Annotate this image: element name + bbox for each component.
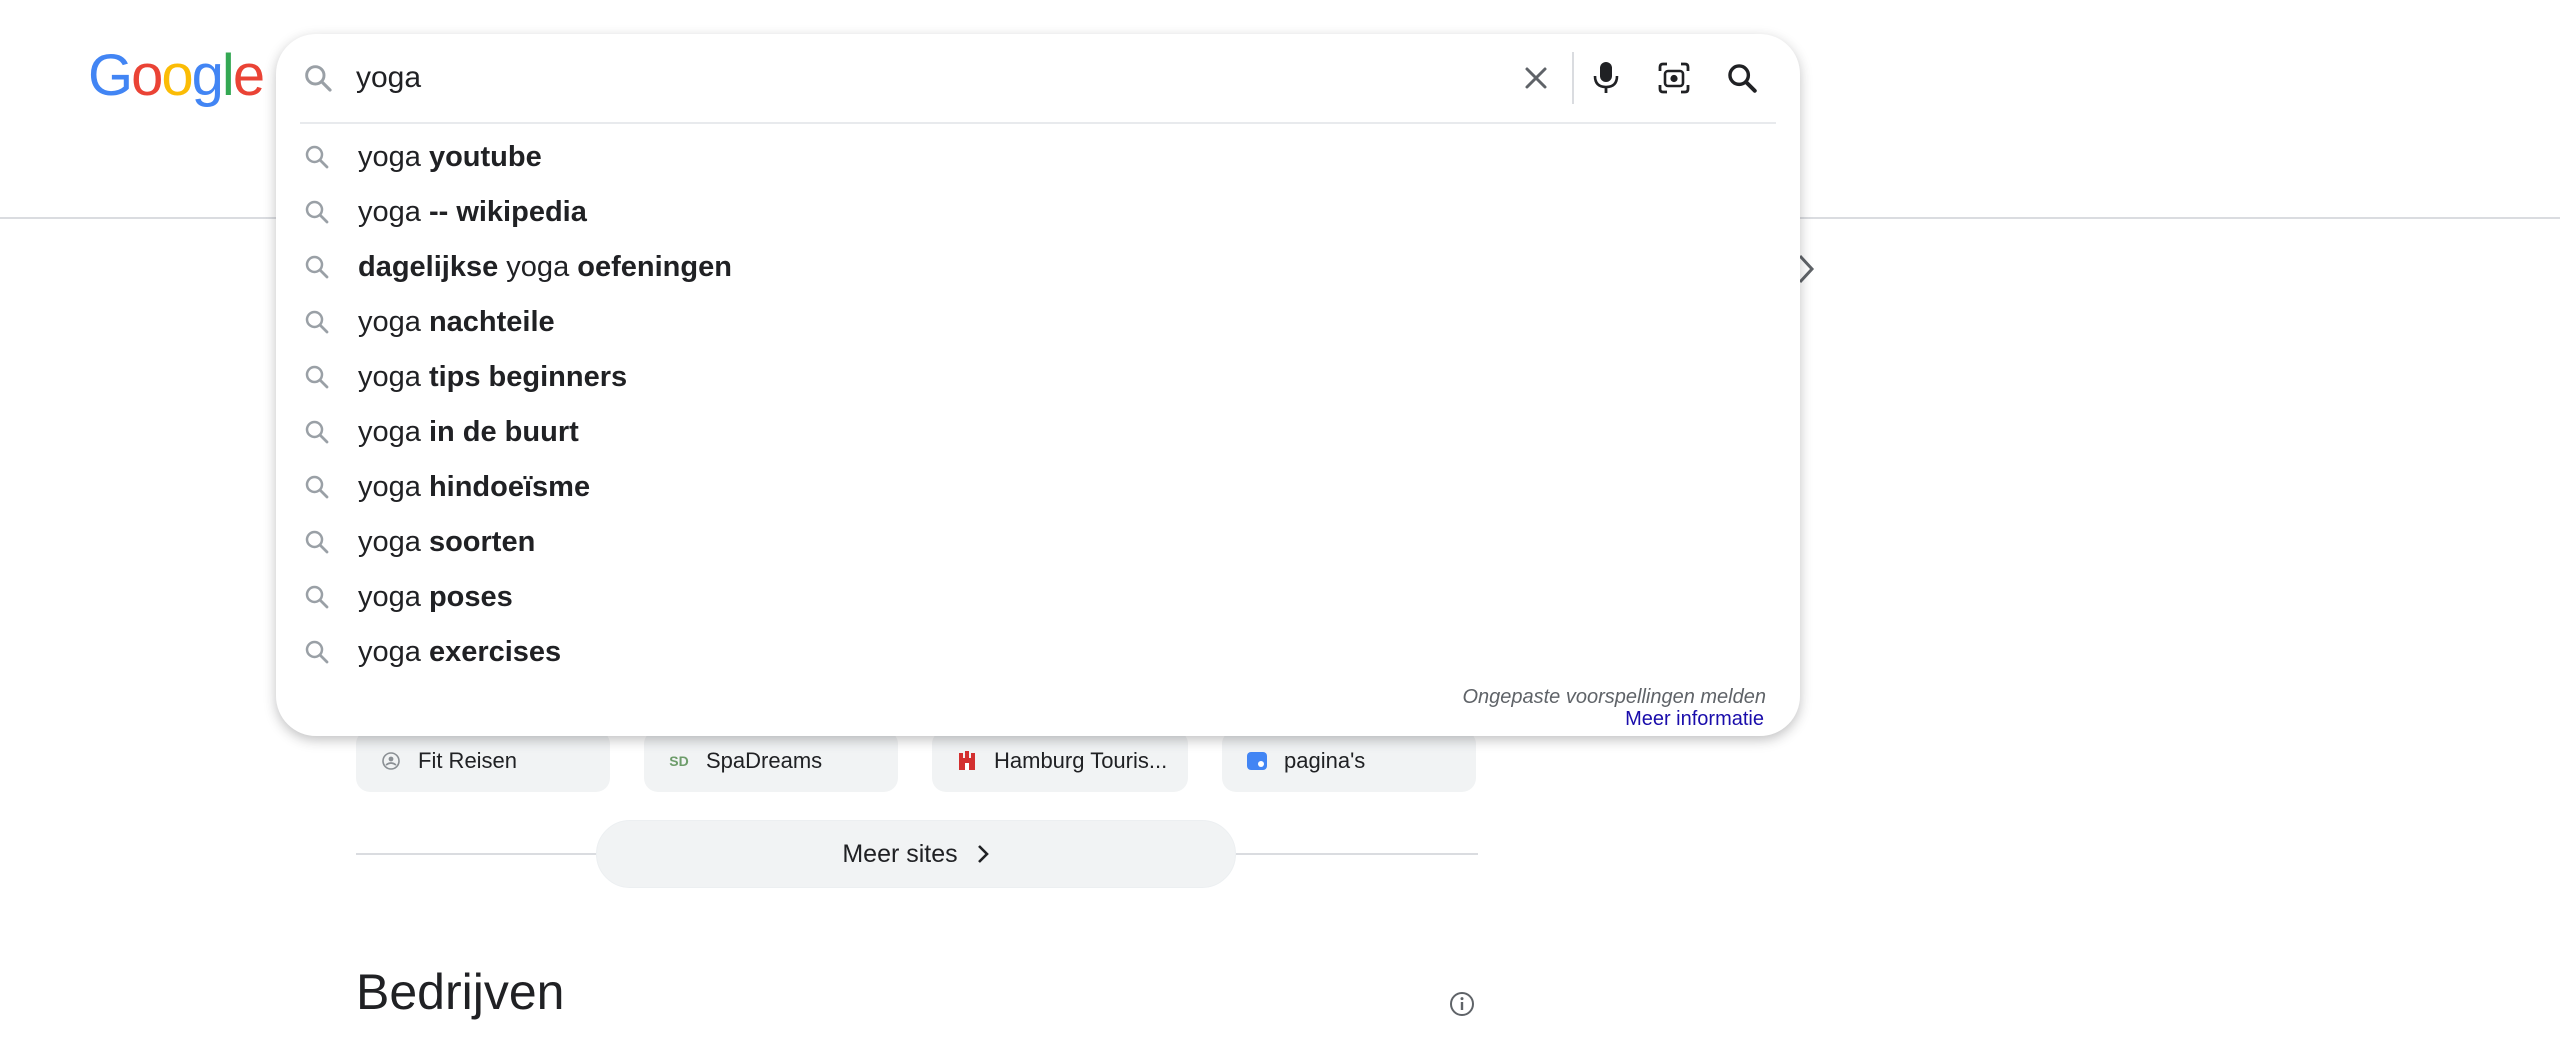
- info-icon[interactable]: [1448, 990, 1476, 1018]
- spadreams-favicon: SD: [669, 753, 689, 769]
- chip-label: Fit Reisen: [418, 748, 518, 773]
- site-chip-pages[interactable]: pagina's: [1222, 730, 1476, 792]
- search-icon: [305, 420, 329, 444]
- suggestion-text: dagelijkse yoga oefeningen: [358, 251, 732, 284]
- report-predictions-link[interactable]: Ongepaste voorspellingen melden: [1462, 686, 1766, 709]
- search-icon: [305, 530, 329, 554]
- section-heading: Bedrijven: [356, 964, 565, 1020]
- suggestion-part: yoga: [358, 361, 421, 393]
- logo-letter: g: [191, 43, 224, 108]
- chip-label: Hamburg Touris...: [994, 748, 1168, 773]
- chip-label: SpaDreams: [706, 748, 823, 773]
- site-chip-hamburg[interactable]: Hamburg Touris...: [932, 730, 1188, 792]
- logo-letter: o: [161, 43, 193, 108]
- suggestion-item[interactable]: yoga exercises: [276, 625, 1800, 680]
- suggestion-part: yoga: [358, 306, 421, 338]
- suggestion-part-bold: in de buurt: [420, 416, 579, 448]
- suggestion-part-bold: nachteile: [420, 306, 555, 338]
- suggestion-part-bold: youtube: [420, 141, 542, 173]
- voice-search-button[interactable]: [1582, 54, 1630, 102]
- google-logo[interactable]: Google: [88, 40, 265, 112]
- suggestion-part: yoga: [358, 636, 421, 668]
- search-input[interactable]: [356, 52, 1456, 104]
- suggestion-part-bold: tips beginners: [420, 361, 628, 393]
- suggestion-item[interactable]: yoga soorten: [276, 515, 1800, 570]
- suggestion-part: yoga: [498, 251, 578, 283]
- suggestion-item[interactable]: yoga hindoeïsme: [276, 460, 1800, 515]
- suggestion-item[interactable]: dagelijkse yoga oefeningen: [276, 240, 1800, 295]
- logo-letter: l: [221, 43, 235, 108]
- search-icon: [305, 640, 329, 664]
- search-icon: [1728, 64, 1757, 93]
- suggestion-item[interactable]: yoga nachteile: [276, 295, 1800, 350]
- search-bar: [276, 34, 1800, 122]
- suggestion-part-bold: dagelijkse: [358, 251, 499, 283]
- camera-lens-icon: [1658, 62, 1690, 94]
- image-search-button[interactable]: [1650, 54, 1698, 102]
- suggestion-item[interactable]: yoga -- wikipedia: [276, 185, 1800, 240]
- search-icon: [305, 365, 329, 389]
- suggestion-text: yoga exercises: [358, 636, 561, 669]
- microphone-icon: [1593, 62, 1619, 93]
- learn-more-link[interactable]: Meer informatie: [1625, 708, 1764, 731]
- suggestion-text: yoga nachteile: [358, 306, 555, 339]
- suggestion-part-bold: soorten: [420, 526, 536, 558]
- site-chip-spadreams[interactable]: SD SpaDreams: [644, 730, 898, 792]
- search-icon: [305, 310, 329, 334]
- suggestion-part-bold: exercises: [420, 636, 562, 668]
- suggestion-text: yoga poses: [358, 581, 513, 614]
- search-icon: [305, 475, 329, 499]
- suggestion-part-bold: oefeningen: [577, 251, 732, 283]
- hamburg-favicon: [956, 750, 978, 772]
- suggestion-part-bold: -- wikipedia: [420, 196, 587, 228]
- search-icon: [305, 255, 329, 279]
- suggestion-item[interactable]: yoga in de buurt: [276, 405, 1800, 460]
- suggestion-part-bold: hindoeïsme: [420, 471, 591, 503]
- autocomplete-divider: [300, 122, 1776, 124]
- search-icon: [305, 585, 329, 609]
- logo-letter: G: [88, 43, 133, 108]
- pages-favicon: [1246, 750, 1268, 772]
- more-sites-label: Meer sites: [842, 839, 958, 868]
- suggestion-text: yoga soorten: [358, 526, 535, 559]
- suggestion-part: yoga: [358, 416, 421, 448]
- suggestion-text: yoga -- wikipedia: [358, 196, 587, 229]
- suggestion-part: yoga: [358, 141, 421, 173]
- suggestion-part-bold: poses: [420, 581, 513, 613]
- logo-letter: o: [131, 43, 163, 108]
- site-chip-fit-reisen[interactable]: Fit Reisen: [356, 730, 610, 792]
- search-icon: [305, 65, 332, 92]
- clear-button[interactable]: [1514, 56, 1558, 100]
- search-autocomplete-panel: yoga youtube yoga -- wikipedia dagelijks…: [276, 34, 1800, 736]
- more-sites-button[interactable]: Meer sites: [596, 820, 1236, 888]
- suggestion-part: yoga: [358, 581, 421, 613]
- suggestion-part: yoga: [358, 526, 421, 558]
- suggestion-text: yoga tips beginners: [358, 361, 627, 394]
- suggestion-list: yoga youtube yoga -- wikipedia dagelijks…: [276, 130, 1800, 680]
- suggestion-item[interactable]: yoga youtube: [276, 130, 1800, 185]
- search-bar-divider: [1572, 52, 1574, 104]
- chip-label: pagina's: [1284, 748, 1366, 773]
- suggestion-part: yoga: [358, 471, 421, 503]
- suggestion-text: yoga in de buurt: [358, 416, 579, 449]
- suggestion-part: yoga: [358, 196, 421, 228]
- suggestion-item[interactable]: yoga poses: [276, 570, 1800, 625]
- suggestion-text: yoga hindoeïsme: [358, 471, 590, 504]
- suggestion-text: yoga youtube: [358, 141, 542, 174]
- search-submit-button[interactable]: [1718, 54, 1766, 102]
- chevron-right-icon: [977, 845, 989, 863]
- search-icon: [305, 200, 329, 224]
- close-icon: [1525, 67, 1547, 89]
- fit-reisen-favicon: [380, 750, 402, 772]
- suggestion-item[interactable]: yoga tips beginners: [276, 350, 1800, 405]
- search-icon: [305, 145, 329, 169]
- logo-letter: e: [232, 43, 265, 108]
